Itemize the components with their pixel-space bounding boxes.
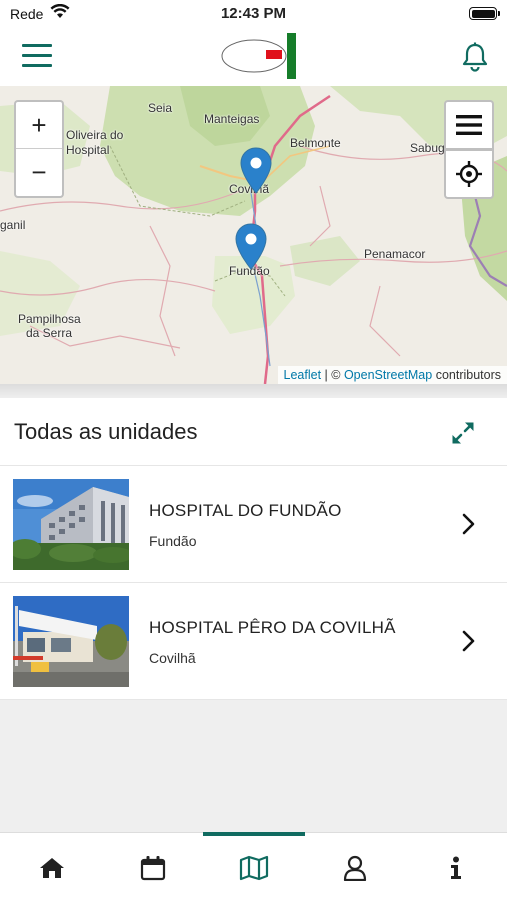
place-label: Pampilhosa — [18, 312, 81, 326]
zoom-in-button[interactable]: + — [16, 102, 62, 149]
leaflet-link[interactable]: Leaflet — [284, 368, 322, 382]
zoom-out-button[interactable]: − — [16, 149, 62, 196]
osm-link[interactable]: OpenStreetMap — [344, 368, 432, 382]
hospital-covilha-photo — [13, 596, 129, 687]
place-label: Oliveira do — [66, 128, 124, 142]
user-icon — [343, 855, 367, 881]
units-list: Todas as unidades HOSPITAL DO FUNDÃO Fun… — [0, 398, 507, 700]
map-attribution: Leaflet | © OpenStreetMap contributors — [277, 366, 507, 384]
list-header: Todas as unidades — [0, 398, 507, 466]
map-view[interactable]: Seia Manteigas Oliveira do Hospital Belm… — [0, 86, 507, 384]
place-label: Manteigas — [204, 112, 260, 126]
map-marker-fundao[interactable] — [235, 223, 267, 271]
zoom-control: + − — [14, 100, 64, 198]
hospital-fundao-photo — [13, 479, 129, 570]
locate-button[interactable] — [444, 149, 494, 199]
unit-name: HOSPITAL DO FUNDÃO — [149, 501, 342, 520]
calendar-icon — [140, 856, 166, 881]
place-label: ganil — [0, 218, 26, 232]
attribution-suffix: contributors — [435, 368, 501, 382]
map-marker-covilha[interactable] — [240, 147, 272, 195]
place-label: Belmonte — [290, 136, 341, 150]
hamburger-menu-icon[interactable] — [22, 44, 52, 68]
list-title: Todas as unidades — [14, 419, 198, 444]
app-logo — [221, 33, 296, 79]
bell-icon[interactable] — [458, 40, 492, 74]
active-tab-indicator — [203, 832, 305, 836]
home-icon — [40, 858, 64, 878]
layers-button[interactable] — [444, 100, 494, 150]
unit-city: Fundão — [149, 533, 197, 549]
unit-city: Covilhã — [149, 650, 196, 666]
tab-info[interactable] — [441, 853, 471, 883]
battery-icon — [469, 7, 500, 20]
expand-icon[interactable] — [448, 418, 478, 448]
place-label: Seia — [148, 101, 173, 115]
crosshair-icon — [456, 161, 482, 187]
tab-calendar[interactable] — [138, 853, 168, 883]
chevron-right-icon — [462, 513, 475, 535]
place-label: Penamacor — [364, 247, 426, 261]
app-header — [0, 28, 507, 86]
unit-name: HOSPITAL PÊRO DA COVILHÃ — [149, 618, 396, 637]
place-label: da Serra — [26, 326, 73, 340]
status-bar: Rede 12:43 PM — [0, 0, 507, 28]
layers-icon — [456, 115, 482, 135]
bottom-tab-bar — [0, 832, 507, 900]
tab-home[interactable] — [37, 853, 67, 883]
list-item-hospital-covilha[interactable]: HOSPITAL PÊRO DA COVILHÃ Covilhã — [0, 583, 507, 700]
info-icon — [451, 856, 461, 879]
chevron-right-icon — [462, 630, 475, 652]
attribution-separator: | © — [324, 368, 341, 382]
map-divider — [0, 384, 507, 398]
map-icon — [239, 855, 269, 881]
place-label: Hospital — [66, 143, 110, 157]
clock: 12:43 PM — [220, 5, 287, 22]
tab-map[interactable] — [239, 853, 269, 883]
list-item-hospital-fundao[interactable]: HOSPITAL DO FUNDÃO Fundão — [0, 466, 507, 583]
place-label: Sabug — [410, 141, 445, 155]
tab-profile[interactable] — [340, 853, 370, 883]
